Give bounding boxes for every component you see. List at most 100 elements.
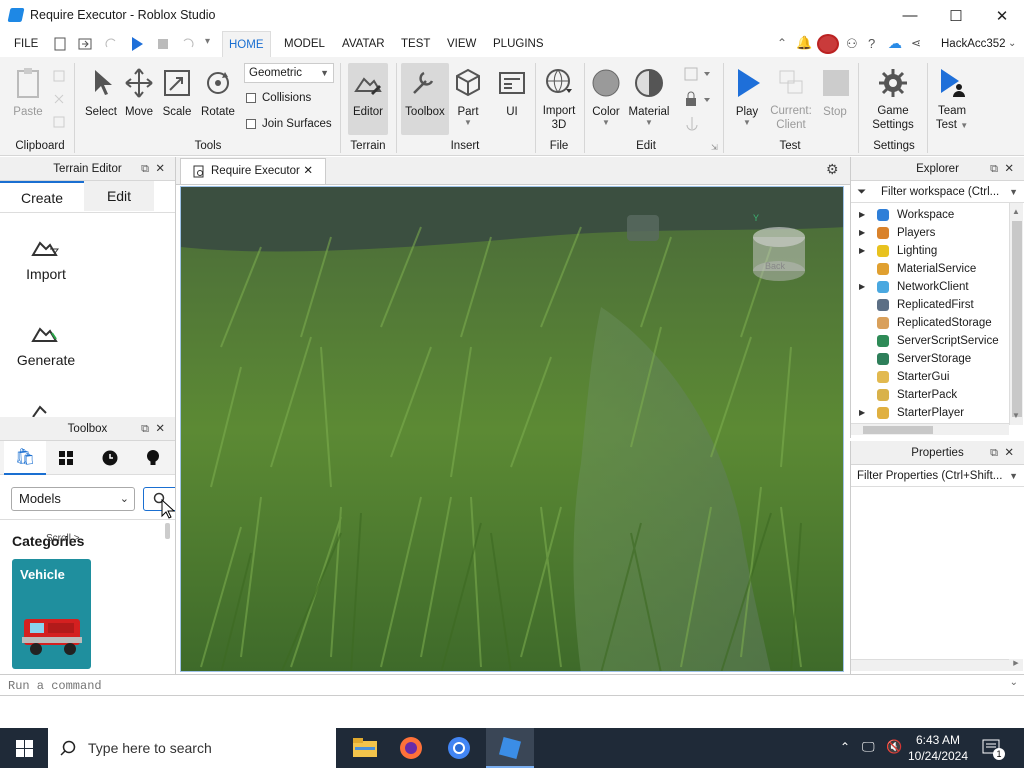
rotate-button[interactable]: Rotate	[197, 67, 239, 118]
quick-access-chevron-icon[interactable]: ▾	[205, 36, 210, 47]
expand-arrow-icon[interactable]: ▶	[859, 242, 865, 260]
menu-view[interactable]: VIEW	[441, 31, 482, 57]
undock-icon[interactable]: ⧉	[141, 417, 149, 441]
minimize-button[interactable]: —	[887, 0, 933, 31]
close-panel-icon[interactable]: ✕	[1004, 441, 1014, 465]
explorer-item[interactable]: StarterPack	[851, 386, 1024, 404]
explorer-hscrollbar[interactable]	[851, 423, 1009, 435]
explorer-item[interactable]: StarterGui	[851, 368, 1024, 386]
ui-button[interactable]: UI	[494, 67, 530, 118]
close-window-button[interactable]: ✕	[979, 0, 1024, 31]
open-file-icon[interactable]	[78, 37, 92, 51]
expand-arrow-icon[interactable]: ▶	[859, 278, 865, 296]
3d-viewport[interactable]: Back Y	[180, 186, 844, 672]
explorer-item[interactable]: ReplicatedFirst	[851, 296, 1024, 314]
material-button[interactable]: Material ▼	[626, 67, 672, 127]
cut-icon[interactable]	[52, 92, 66, 106]
recent-tab-clock-icon[interactable]	[102, 450, 118, 466]
play-small-icon[interactable]	[130, 36, 144, 52]
game-settings-button[interactable]: Game Settings	[864, 67, 922, 132]
toolbox-scrollbar[interactable]	[165, 523, 170, 539]
toolbox-button[interactable]: Toolbox	[401, 63, 449, 135]
menu-plugins[interactable]: PLUGINS	[487, 31, 550, 57]
close-panel-icon[interactable]: ✕	[155, 417, 165, 441]
scroll-hint[interactable]: Scroll >	[46, 533, 80, 544]
avatar[interactable]	[817, 34, 839, 54]
copy-icon[interactable]	[52, 69, 66, 83]
network-icon[interactable]: 🖵	[862, 739, 875, 755]
marketplace-tab-bag-icon[interactable]: 🛍	[4, 441, 46, 475]
transform-mode-dropdown[interactable]: Geometric ▼	[244, 63, 334, 83]
explorer-item[interactable]: ▶ Workspace	[851, 206, 1024, 224]
current-client-button[interactable]: Current: Client	[766, 67, 816, 132]
cloud-icon[interactable]: ☁	[888, 35, 902, 52]
explorer-item[interactable]: ▶ Players	[851, 224, 1024, 242]
paste-button[interactable]: Paste	[10, 67, 46, 118]
menu-avatar[interactable]: AVATAR	[336, 31, 391, 57]
command-input[interactable]	[8, 677, 998, 695]
show-hidden-icons-chevron-icon[interactable]: ⌃	[840, 740, 850, 754]
help-icon[interactable]: ?	[868, 36, 875, 51]
explorer-item[interactable]: ▶ Lighting	[851, 242, 1024, 260]
inventory-tab-grid-icon[interactable]	[58, 450, 74, 466]
terrain-editor-button[interactable]: Editor	[348, 63, 388, 135]
move-button[interactable]: Move	[120, 67, 158, 118]
color-button[interactable]: Color ▼	[588, 67, 624, 127]
explorer-item[interactable]: ▶ NetworkClient	[851, 278, 1024, 296]
tab-create[interactable]: Create	[0, 181, 84, 211]
properties-hscrollbar[interactable]	[851, 659, 1009, 671]
notifications-bell-icon[interactable]: 🔔	[796, 35, 812, 51]
terrain-next-tool-icon[interactable]	[30, 405, 62, 417]
filter-dropdown-icon[interactable]: ▼	[1009, 465, 1018, 487]
explorer-item[interactable]: ServerStorage	[851, 350, 1024, 368]
team-test-button[interactable]: Team Test ▼	[930, 67, 974, 133]
explorer-vscrollbar[interactable]: ▲ ▼	[1009, 203, 1023, 425]
scroll-right-icon[interactable]: ▶	[1009, 659, 1023, 671]
terrain-import-button[interactable]: Import	[14, 233, 78, 282]
menu-home[interactable]: HOME	[222, 31, 271, 57]
category-card-vehicle[interactable]: Vehicle	[12, 559, 91, 669]
command-bar[interactable]: ⌄	[0, 674, 1024, 696]
import-3d-button[interactable]: Import 3D	[538, 67, 580, 132]
filter-dropdown-icon[interactable]: ▼	[1009, 181, 1018, 203]
undock-icon[interactable]: ⧉	[990, 157, 998, 181]
material-dropdown-icon[interactable]: ▼	[626, 118, 672, 127]
tab-edit[interactable]: Edit	[84, 181, 154, 211]
menu-file[interactable]: FILE	[8, 31, 44, 57]
viewport-settings-gear-icon[interactable]: ⚙	[826, 161, 839, 178]
anchor-icon[interactable]	[684, 115, 700, 131]
lock-icon[interactable]	[684, 91, 712, 107]
account-dropdown-icon[interactable]: ⌄	[1008, 38, 1016, 49]
chrome-taskbar-icon[interactable]	[438, 728, 480, 768]
redo-icon[interactable]	[104, 37, 118, 51]
join-surfaces-checkbox[interactable]	[246, 119, 256, 129]
maximize-button[interactable]: ☐	[933, 0, 979, 31]
undo-icon[interactable]	[181, 37, 195, 51]
explorer-item[interactable]: ▶ StarterPlayer	[851, 404, 1024, 422]
category-dropdown[interactable]: Models ⌄	[11, 487, 135, 511]
properties-filter-input[interactable]: Filter Properties (Ctrl+Shift... ▼	[851, 465, 1024, 487]
username-label[interactable]: HackAcc352	[941, 38, 1006, 50]
group-icon[interactable]	[684, 67, 712, 81]
tab-require-executor[interactable]: Require Executor ✕	[180, 158, 326, 184]
volume-muted-icon[interactable]: 🔇	[886, 739, 902, 755]
play-button[interactable]: Play ▼	[730, 67, 764, 127]
expand-arrow-icon[interactable]: ▶	[859, 404, 865, 422]
team-test-dropdown-icon[interactable]: ▼	[960, 121, 968, 130]
select-button[interactable]: Select	[82, 67, 120, 118]
add-friend-icon[interactable]: ⚇	[846, 36, 858, 52]
action-center-icon[interactable]: 1	[982, 738, 1006, 760]
roblox-studio-taskbar-icon[interactable]	[486, 728, 534, 768]
explorer-item[interactable]: ServerScriptService	[851, 332, 1024, 350]
play-dropdown-icon[interactable]: ▼	[730, 118, 764, 127]
scroll-thumb[interactable]	[1012, 221, 1022, 417]
file-explorer-taskbar-icon[interactable]	[344, 728, 386, 768]
edit-group-expand-icon[interactable]: ⇲	[711, 143, 718, 152]
explorer-item[interactable]: ReplicatedStorage	[851, 314, 1024, 332]
close-panel-icon[interactable]: ✕	[155, 157, 165, 181]
share-icon[interactable]: ⋖	[911, 36, 921, 50]
expand-arrow-icon[interactable]: ▶	[859, 224, 865, 242]
view-selector-gizmo[interactable]: Back Y	[749, 213, 809, 281]
menu-model[interactable]: MODEL	[278, 31, 331, 57]
menu-test[interactable]: TEST	[395, 31, 436, 57]
